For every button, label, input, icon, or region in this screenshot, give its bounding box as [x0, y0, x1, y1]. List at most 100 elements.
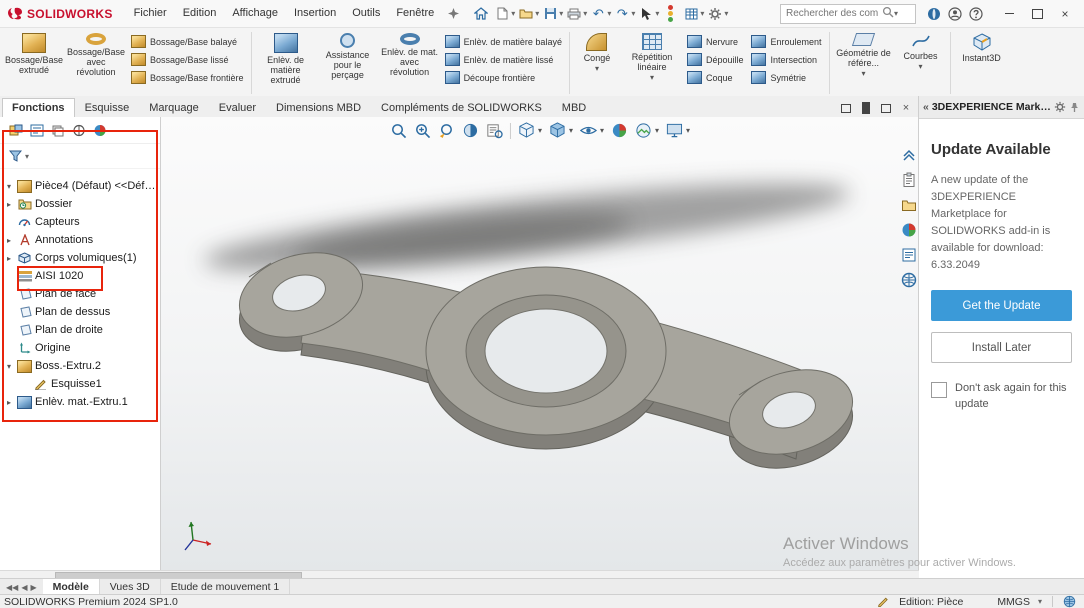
- select-cursor-icon[interactable]: [636, 4, 656, 24]
- tab-esquisse[interactable]: Esquisse: [75, 98, 140, 117]
- menu-affichage[interactable]: Affichage: [225, 4, 285, 24]
- tree-item-boss-extrude[interactable]: ▾ Boss.-Extru.2: [0, 357, 160, 375]
- filter-chevron-icon[interactable]: ▾: [25, 152, 29, 161]
- zoom-to-fit-icon[interactable]: [390, 122, 407, 139]
- swept-cut-button[interactable]: Enlèv. de matière balayé: [441, 33, 566, 50]
- configurationmanager-tab-icon[interactable]: [50, 123, 65, 137]
- settings-gear-icon[interactable]: [705, 4, 725, 24]
- table-chevron-icon[interactable]: ▾: [700, 9, 704, 18]
- zoom-to-area-icon[interactable]: [414, 122, 431, 139]
- install-later-button[interactable]: Install Later: [931, 332, 1072, 363]
- doc-close-icon[interactable]: ×: [899, 102, 913, 114]
- swept-boss-button[interactable]: Bossage/Base balayé: [127, 33, 248, 50]
- design-library-icon[interactable]: [901, 197, 917, 213]
- edit-appearance-icon[interactable]: [611, 122, 628, 139]
- help-icon[interactable]: [966, 4, 986, 24]
- curves-chevron-icon[interactable]: ▾: [919, 63, 923, 71]
- new-document-chevron-icon[interactable]: ▾: [511, 9, 515, 18]
- extruded-cut-button[interactable]: Enlèv. de matière extrudé: [255, 30, 317, 88]
- doc-minimize-icon[interactable]: [859, 102, 873, 114]
- lofted-cut-button[interactable]: Enlèv. de matière lissé: [441, 51, 566, 68]
- home-icon[interactable]: [471, 4, 491, 24]
- tree-item-sensors[interactable]: Capteurs: [0, 213, 160, 231]
- tree-item-top-plane[interactable]: Plan de dessus: [0, 303, 160, 321]
- search-chevron-icon[interactable]: ▾: [894, 9, 898, 18]
- expand-arrow-icon[interactable]: ▸: [4, 200, 14, 209]
- wrap-button[interactable]: Enroulement: [747, 33, 825, 50]
- prev-tab-arrow-icon[interactable]: ◀: [21, 583, 27, 592]
- shell-button[interactable]: Coque: [683, 69, 748, 86]
- dynamic-annotation-icon[interactable]: [486, 122, 503, 139]
- task-pane-pin-icon[interactable]: [1069, 102, 1080, 113]
- linear-pattern-button[interactable]: Répétition linéaire ▾: [621, 30, 683, 85]
- save-chevron-icon[interactable]: ▾: [559, 9, 563, 18]
- graphics-viewport[interactable]: ▾ ▾ ▾ ▾ ▾: [161, 117, 919, 570]
- view-orientation-icon[interactable]: [518, 122, 535, 139]
- reference-geometry-chevron-icon[interactable]: ▾: [862, 70, 866, 78]
- display-style-icon[interactable]: [549, 122, 566, 139]
- scene-chevron-icon[interactable]: ▾: [655, 126, 659, 135]
- status-globe-icon[interactable]: [1063, 595, 1076, 608]
- tree-item-origin[interactable]: Origine: [0, 339, 160, 357]
- tree-item-solid-bodies[interactable]: ▸ Corps volumiques(1): [0, 249, 160, 267]
- section-view-icon[interactable]: [462, 122, 479, 139]
- tree-item-part[interactable]: ▾ Pièce4 (Défaut) <<Défaut>_: [0, 177, 160, 195]
- tree-item-history-folder[interactable]: ▸ Dossier: [0, 195, 160, 213]
- menu-edition[interactable]: Edition: [176, 4, 224, 24]
- task-pane-gear-icon[interactable]: [1054, 101, 1066, 113]
- get-update-button[interactable]: Get the Update: [931, 290, 1072, 321]
- design-table-icon[interactable]: [681, 4, 701, 24]
- 3dexperience-compass-icon[interactable]: [924, 4, 944, 24]
- search-input[interactable]: [784, 7, 880, 20]
- menu-pin-icon[interactable]: [443, 4, 463, 24]
- linear-pattern-chevron-icon[interactable]: ▾: [650, 74, 654, 82]
- tab-mbd[interactable]: MBD: [552, 98, 596, 117]
- custom-properties-icon[interactable]: [901, 247, 917, 263]
- fillet-button[interactable]: Congé ▾: [573, 30, 621, 76]
- command-search[interactable]: ▾: [780, 4, 916, 24]
- displaymanager-tab-icon[interactable]: [92, 123, 107, 137]
- motion-study-tab[interactable]: Etude de mouvement 1: [161, 579, 291, 595]
- settings-chevron-icon[interactable]: ▾: [724, 9, 728, 18]
- tab-marquage[interactable]: Marquage: [139, 98, 209, 117]
- display-style-chevron-icon[interactable]: ▾: [569, 126, 573, 135]
- revolved-boss-button[interactable]: Bossage/Base avec révolution: [65, 30, 127, 80]
- mirror-button[interactable]: Symétrie: [747, 69, 825, 86]
- window-minimize-button[interactable]: [996, 4, 1022, 24]
- curves-button[interactable]: Courbes ▾: [895, 30, 947, 74]
- menu-fenetre[interactable]: Fenêtre: [389, 4, 441, 24]
- extruded-boss-button[interactable]: Bossage/Base extrudé: [3, 30, 65, 78]
- fillet-chevron-icon[interactable]: ▾: [595, 65, 599, 73]
- first-tab-arrow-icon[interactable]: ◀◀: [6, 583, 18, 592]
- lofted-boss-button[interactable]: Bossage/Base lissé: [127, 51, 248, 68]
- tab-fonctions[interactable]: Fonctions: [2, 98, 75, 117]
- tab-complements[interactable]: Compléments de SOLIDWORKS: [371, 98, 552, 117]
- dont-ask-checkbox[interactable]: [931, 382, 947, 398]
- tree-item-annotations[interactable]: ▸ Annotations: [0, 231, 160, 249]
- rib-button[interactable]: Nervure: [683, 33, 748, 50]
- apply-scene-icon[interactable]: [635, 122, 652, 139]
- file-explorer-icon[interactable]: [901, 272, 917, 288]
- tree-item-cut-extrude[interactable]: ▸ Enlèv. mat.-Extru.1: [0, 393, 160, 411]
- expand-arrow-icon[interactable]: ▾: [4, 182, 14, 191]
- window-close-button[interactable]: ×: [1052, 4, 1078, 24]
- filter-funnel-icon[interactable]: [8, 149, 23, 163]
- featuremanager-tab-icon[interactable]: [8, 123, 23, 137]
- print-chevron-icon[interactable]: ▾: [583, 9, 587, 18]
- hide-show-items-icon[interactable]: [580, 122, 597, 139]
- menu-outils[interactable]: Outils: [345, 4, 387, 24]
- dimxpertmanager-tab-icon[interactable]: [71, 123, 86, 137]
- tab-dimensions-mbd[interactable]: Dimensions MBD: [266, 98, 371, 117]
- draft-button[interactable]: Dépouille: [683, 51, 748, 68]
- instant3d-button[interactable]: Instant3D: [954, 30, 1010, 66]
- view-settings-icon[interactable]: [666, 122, 683, 139]
- view-orientation-chevron-icon[interactable]: ▾: [538, 126, 542, 135]
- collapse-chevrons-icon[interactable]: «: [923, 101, 929, 113]
- menu-insertion[interactable]: Insertion: [287, 4, 343, 24]
- scroll-up-icon[interactable]: [901, 147, 917, 163]
- view-settings-chevron-icon[interactable]: ▾: [686, 126, 690, 135]
- reference-geometry-button[interactable]: Géométrie de référe... ▾: [833, 30, 895, 81]
- boundary-cut-button[interactable]: Découpe frontière: [441, 69, 566, 86]
- search-icon[interactable]: [882, 6, 894, 21]
- new-document-icon[interactable]: [492, 4, 512, 24]
